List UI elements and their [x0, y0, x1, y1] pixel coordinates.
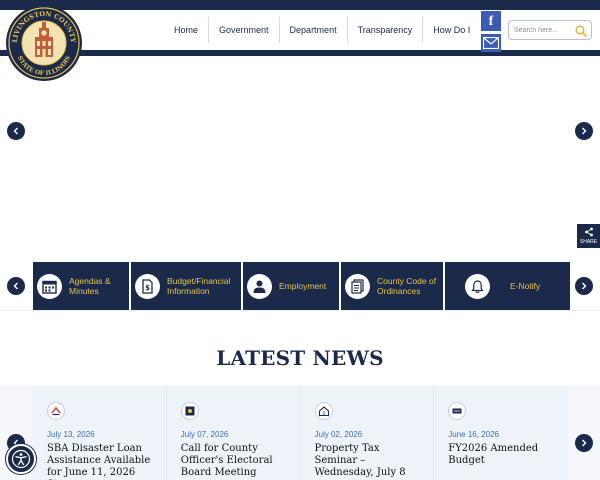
document-stack-icon — [351, 278, 364, 294]
news-card[interactable]: June 16, 2026 FY2026 Amended Budget — [434, 386, 567, 480]
quicklink-county-code[interactable]: County Code of Ordinances — [341, 262, 443, 310]
quicklinks-next-button[interactable] — [575, 277, 593, 295]
quicklink-label: Employment — [279, 281, 327, 291]
quicklink-label: Budget/Financial Information — [167, 276, 231, 296]
accessibility-button[interactable] — [6, 444, 36, 474]
quicklink-label: Agendas & Minutes — [69, 276, 111, 296]
county-badge-icon — [185, 406, 195, 416]
county-seal-logo[interactable]: LIVINGSTON COUNTY STATE OF ILLINOIS — [4, 4, 84, 82]
dollar-document-icon: $ — [142, 278, 153, 294]
page: LIVINGSTON COUNTY STATE OF ILLINOIS Home… — [0, 0, 600, 480]
section-divider — [0, 310, 600, 311]
quicklink-agendas-minutes[interactable]: Agendas & Minutes — [33, 262, 129, 310]
quicklinks-prev-button[interactable] — [7, 277, 25, 295]
share-icon — [585, 227, 593, 237]
main-nav: Home Government Department Transparency … — [164, 16, 480, 44]
news-date: July 07, 2026 — [180, 430, 229, 439]
quicklink-employment[interactable]: Employment — [243, 262, 339, 310]
news-title[interactable]: Call for County Officer's Electoral Boar… — [181, 443, 291, 479]
budget-document-icon — [452, 408, 462, 414]
search-input[interactable] — [514, 23, 576, 38]
social-links: f — [481, 11, 501, 52]
header-divider — [0, 50, 600, 56]
news-card[interactable]: July 13, 2026 SBA Disaster Loan Assistan… — [33, 386, 166, 480]
email-icon[interactable] — [481, 34, 501, 52]
news-card[interactable]: July 07, 2026 Call for County Officer's … — [166, 386, 300, 480]
news-date: July 02, 2026 — [314, 430, 363, 439]
nav-how-do-i[interactable]: How Do I — [422, 17, 480, 43]
chevron-left-icon — [13, 282, 18, 290]
employee-icon — [253, 280, 266, 293]
news-title[interactable]: SBA Disaster Loan Assistance Available f… — [47, 443, 157, 480]
facebook-icon[interactable]: f — [481, 11, 501, 31]
nav-government[interactable]: Government — [208, 17, 279, 43]
svg-text:$: $ — [322, 411, 325, 417]
top-bar — [0, 0, 600, 10]
chevron-right-icon — [582, 282, 587, 290]
search-box — [508, 20, 592, 40]
quicklink-label: County Code of Ordinances — [377, 276, 437, 296]
news-card[interactable]: $ July 02, 2026 Property Tax Seminar – W… — [300, 386, 434, 480]
share-button[interactable]: SHARE — [577, 224, 600, 248]
hero-prev-button[interactable] — [7, 122, 25, 140]
quick-links: Agendas & Minutes $ Budget/Financial Inf… — [33, 262, 570, 310]
envelope-icon — [483, 37, 499, 49]
news-date: June 16, 2026 — [448, 430, 499, 439]
hero-next-button[interactable] — [575, 122, 593, 140]
quicklink-e-notify[interactable]: E-Notify — [445, 262, 570, 310]
bell-icon — [471, 279, 484, 293]
chevron-left-icon — [13, 127, 18, 135]
svg-text:$: $ — [145, 284, 150, 292]
quicklink-label: E-Notify — [510, 281, 541, 291]
accessibility-icon — [11, 449, 31, 469]
news-title[interactable]: Property Tax Seminar – Wednesday, July 8 — [315, 443, 425, 479]
calendar-icon — [42, 280, 57, 294]
chevron-right-icon — [582, 127, 587, 135]
news-next-button[interactable] — [575, 434, 593, 452]
news-title[interactable]: FY2026 Amended Budget — [448, 443, 558, 467]
quicklink-budget-financial[interactable]: $ Budget/Financial Information — [131, 262, 241, 310]
share-label: SHARE — [579, 239, 598, 245]
sba-logo-icon — [51, 406, 61, 416]
nav-department[interactable]: Department — [278, 17, 347, 43]
latest-news-heading: LATEST NEWS — [216, 346, 384, 370]
news-date: July 13, 2026 — [47, 430, 95, 439]
chevron-right-icon — [582, 439, 587, 447]
search-icon[interactable] — [575, 25, 587, 37]
nav-transparency[interactable]: Transparency — [346, 17, 423, 43]
news-list: July 13, 2026 SBA Disaster Loan Assistan… — [33, 386, 567, 480]
house-tax-icon: $ — [318, 406, 329, 417]
nav-home[interactable]: Home — [164, 17, 208, 43]
